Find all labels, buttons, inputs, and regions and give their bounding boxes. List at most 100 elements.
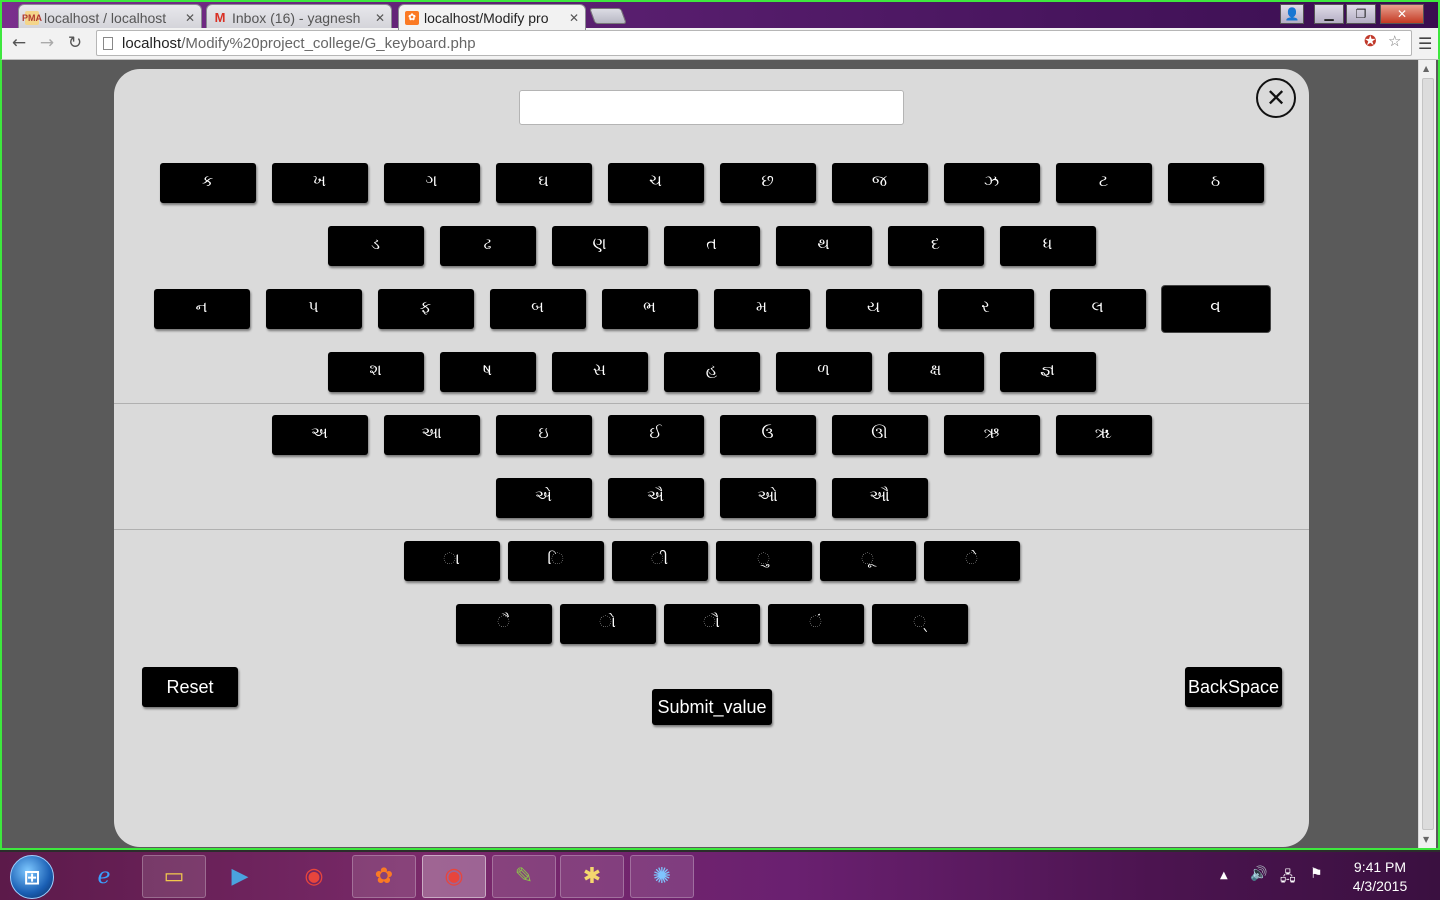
media-player-icon[interactable]: ▶ <box>208 855 272 898</box>
key-button[interactable]: ધ <box>999 226 1096 266</box>
close-keyboard-button[interactable]: ✕ <box>1256 78 1296 118</box>
key-button[interactable]: િ <box>507 541 604 581</box>
key-button[interactable]: ા <box>403 541 500 581</box>
key-button[interactable]: ન <box>153 289 250 329</box>
keyboard-text-input[interactable] <box>519 90 904 125</box>
key-button[interactable]: ય <box>825 289 922 329</box>
chrome-icon[interactable]: ◉ <box>282 855 346 898</box>
close-icon[interactable]: ✕ <box>1380 4 1424 24</box>
key-button[interactable]: ્ <box>871 604 968 644</box>
new-tab-button[interactable] <box>589 8 627 24</box>
key-button[interactable]: ચ <box>607 163 704 203</box>
key-button[interactable]: ો <box>559 604 656 644</box>
key-button[interactable]: ફ <box>377 289 474 329</box>
key-button[interactable]: ં <box>767 604 864 644</box>
key-button[interactable]: ઈ <box>607 415 704 455</box>
scroll-up-icon[interactable]: ▲ <box>1423 64 1429 73</box>
file-explorer-icon[interactable]: ▭ <box>142 855 206 898</box>
user-icon[interactable]: 👤 <box>1280 4 1304 24</box>
key-button[interactable]: ૌ <box>663 604 760 644</box>
key-button[interactable]: ક <box>159 163 256 203</box>
key-button[interactable]: લ <box>1049 289 1146 329</box>
key-button[interactable]: ઊ <box>831 415 928 455</box>
key-button[interactable]: ડ <box>327 226 424 266</box>
key-button[interactable]: ઐ <box>607 478 704 518</box>
key-button[interactable]: ૂ <box>819 541 916 581</box>
key-button[interactable]: ઝ <box>943 163 1040 203</box>
key-button[interactable]: હ <box>663 352 760 392</box>
key-button[interactable]: મ <box>713 289 810 329</box>
key-button[interactable]: ઋ <box>943 415 1040 455</box>
key-button[interactable]: ઢ <box>439 226 536 266</box>
tab-gmail-inbox[interactable]: M Inbox (16) - yagnesh ✕ <box>206 4 392 30</box>
key-button[interactable]: ઠ <box>1167 163 1264 203</box>
key-button[interactable]: એ <box>495 478 592 518</box>
start-button[interactable]: ⊞ <box>10 855 54 899</box>
key-button[interactable]: ટ <box>1055 163 1152 203</box>
tab-title: localhost / localhost <box>44 9 167 26</box>
blocked-popup-icon[interactable]: ✪ <box>1364 32 1377 50</box>
key-button[interactable]: અ <box>271 415 368 455</box>
key-button[interactable]: ઇ <box>495 415 592 455</box>
key-button[interactable]: ળ <box>775 352 872 392</box>
chrome-menu-icon[interactable]: ☰ <box>1418 34 1432 53</box>
submit-button[interactable]: Submit_value <box>652 689 772 725</box>
key-button[interactable]: ી <box>611 541 708 581</box>
reload-icon[interactable]: ↻ <box>64 32 86 54</box>
paint-icon[interactable]: ✱ <box>560 855 624 898</box>
chrome-icon[interactable]: ◉ <box>422 855 486 898</box>
key-button[interactable]: ત <box>663 226 760 266</box>
reset-button[interactable]: Reset <box>142 667 238 707</box>
system-clock[interactable]: 9:41 PM 4/3/2015 <box>1340 858 1420 896</box>
safari-icon[interactable]: ✺ <box>630 855 694 898</box>
tab-close-icon[interactable]: ✕ <box>375 11 385 25</box>
key-button[interactable]: ષ <box>439 352 536 392</box>
key-button[interactable]: ુ <box>715 541 812 581</box>
key-button[interactable]: ઘ <box>495 163 592 203</box>
key-button[interactable]: બ <box>489 289 586 329</box>
internet-explorer-icon[interactable]: ℯ <box>72 855 136 898</box>
maximize-icon[interactable]: ❐ <box>1346 4 1376 24</box>
key-button[interactable]: ે <box>923 541 1020 581</box>
key-button[interactable]: શ <box>327 352 424 392</box>
key-button[interactable]: ર <box>937 289 1034 329</box>
xampp-icon[interactable]: ✿ <box>352 855 416 898</box>
address-bar[interactable]: localhost /Modify%20project_college/G_ke… <box>96 30 1412 56</box>
key-button[interactable]: જ્ઞ <box>999 352 1096 392</box>
key-button[interactable]: જ <box>831 163 928 203</box>
back-arrow-icon[interactable]: ← <box>8 32 30 54</box>
minimize-icon[interactable]: ▁ <box>1314 4 1344 24</box>
key-button[interactable]: સ <box>551 352 648 392</box>
key-button[interactable]: છ <box>719 163 816 203</box>
key-button[interactable]: પ <box>265 289 362 329</box>
notepad-icon[interactable]: ✎ <box>492 855 556 898</box>
key-button[interactable]: ઔ <box>831 478 928 518</box>
forward-arrow-icon[interactable]: → <box>36 32 58 54</box>
tab-keyboard-page[interactable]: ✿ localhost/Modify pro ✕ <box>398 4 586 30</box>
key-button[interactable]: ગ <box>383 163 480 203</box>
backspace-button[interactable]: BackSpace <box>1185 667 1282 707</box>
key-button[interactable]: ૠ <box>1055 415 1152 455</box>
key-button[interactable]: ભ <box>601 289 698 329</box>
key-button[interactable]: ખ <box>271 163 368 203</box>
key-button[interactable]: આ <box>383 415 480 455</box>
tab-phpmyadmin[interactable]: PMA localhost / localhost ✕ <box>18 4 202 30</box>
vertical-scrollbar[interactable]: ▲ ▼ <box>1418 60 1436 848</box>
action-center-flag-icon[interactable]: ⚑ <box>1310 866 1323 882</box>
scroll-thumb[interactable] <box>1422 78 1434 830</box>
volume-icon[interactable]: 🔊 <box>1250 866 1267 882</box>
tab-close-icon[interactable]: ✕ <box>569 11 579 25</box>
tab-close-icon[interactable]: ✕ <box>185 11 195 25</box>
key-button[interactable]: ણ <box>551 226 648 266</box>
key-button[interactable]: થ <box>775 226 872 266</box>
key-button[interactable]: દ <box>887 226 984 266</box>
network-icon[interactable]: 🖧 <box>1280 866 1296 890</box>
key-button[interactable]: ક્ષ <box>887 352 984 392</box>
show-hidden-icons-icon[interactable]: ▲ <box>1220 870 1228 881</box>
key-button[interactable]: ઉ <box>719 415 816 455</box>
bookmark-star-icon[interactable]: ☆ <box>1388 32 1401 50</box>
key-button[interactable]: વ <box>1161 286 1270 332</box>
key-button[interactable]: ઓ <box>719 478 816 518</box>
scroll-down-icon[interactable]: ▼ <box>1423 835 1429 844</box>
key-button[interactable]: ૈ <box>455 604 552 644</box>
